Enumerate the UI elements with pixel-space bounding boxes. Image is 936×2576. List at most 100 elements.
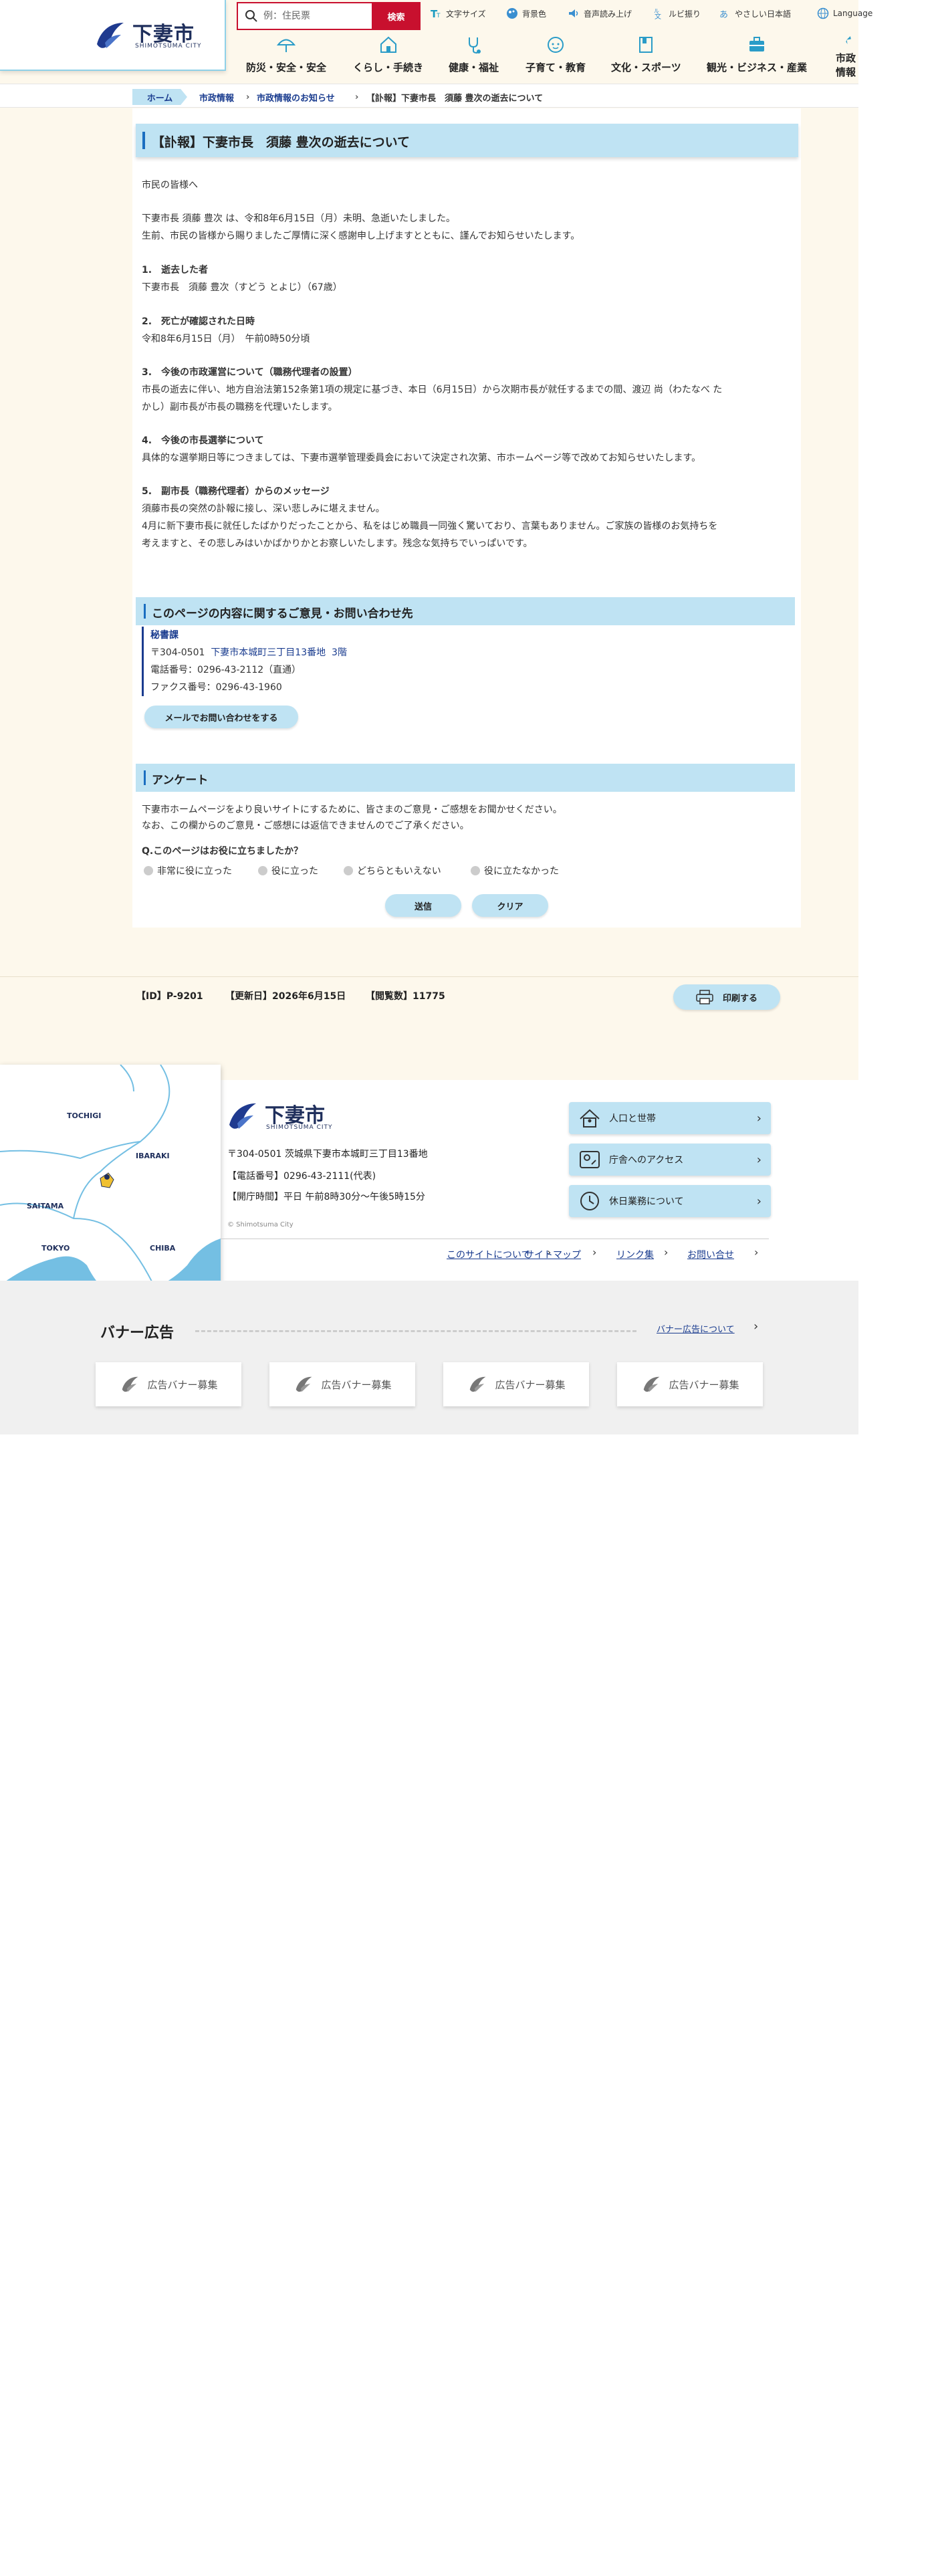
gnav-tourism[interactable]: 観光・ビジネス・産業 — [707, 35, 807, 79]
util-easy-japanese[interactable]: あ やさしい日本語 — [719, 7, 791, 20]
survey-option-label: どちらともいえない — [357, 866, 441, 877]
survey-option-label: 非常に役に立った — [157, 866, 232, 877]
breadcrumb-current: 【訃報】下妻市長 須藤 豊次の逝去について — [366, 93, 544, 104]
survey-option[interactable]: 役に立たなかった — [471, 863, 559, 878]
survey-heading: アンケート — [136, 764, 795, 792]
map-label: SAITAMA — [27, 1202, 64, 1210]
survey-clear-button[interactable]: クリア — [472, 894, 548, 917]
banner-card-label: 広告バナー募集 — [147, 1378, 218, 1391]
banner-about-link[interactable]: バナー広告について — [657, 1322, 735, 1335]
gnav-label: 子育て・教育 — [525, 62, 586, 74]
footer-hours: 【開庁時間】平日 午前8時30分～午後5時15分 — [227, 1192, 425, 1202]
gnav-label: 文化・スポーツ — [611, 62, 681, 74]
map-label: TOKYO — [41, 1244, 70, 1253]
util-background-color[interactable]: 背景色 — [506, 7, 546, 20]
section-heading: 3. 今後の市政運営について（職務代理者の設置） — [142, 367, 358, 378]
banner-card[interactable]: 広告バナー募集 — [269, 1362, 415, 1406]
search-input[interactable] — [263, 7, 367, 25]
footer-link-holiday[interactable]: 休日業務について › — [569, 1185, 771, 1217]
print-button[interactable]: 印刷する — [673, 984, 780, 1010]
chevron-right-icon: › — [756, 1194, 762, 1208]
banner-card[interactable]: 広告バナー募集 — [443, 1362, 589, 1406]
util-text-size[interactable]: TT 文字サイズ — [430, 7, 486, 20]
location-map: TOCHIGI IBARAKI SAITAMA TOKYO CHIBA — [0, 1065, 221, 1285]
gnav-living[interactable]: くらし・手続き — [353, 35, 423, 79]
contact-block: 秘書課 〒304-0501 下妻市本城町三丁目13番地 3階 電話番号：0296… — [142, 627, 347, 696]
city-emblem-icon — [229, 1103, 256, 1129]
gnav-childcare[interactable]: 子育て・教育 — [525, 35, 586, 79]
util-label: Language — [833, 9, 873, 18]
gnav-health[interactable]: 健康・福祉 — [449, 35, 499, 79]
radio-button[interactable] — [471, 866, 480, 875]
site-logo[interactable]: 下妻市 SHIMOTSUMA CITY — [0, 0, 226, 71]
footer-link-population[interactable]: 人口と世帯 › — [569, 1102, 771, 1134]
gnav-label: くらし・手続き — [353, 62, 424, 74]
footer-nav-sitemap[interactable]: サイトマップ — [525, 1248, 581, 1261]
survey-submit-button[interactable]: 送信 — [385, 894, 461, 917]
contact-heading-text: このページの内容に関するご意見・お問い合わせ先 — [152, 607, 413, 621]
radio-button[interactable] — [344, 866, 353, 875]
radio-button[interactable] — [258, 866, 267, 875]
gnav-culture[interactable]: 文化・スポーツ — [611, 35, 681, 79]
city-emblem-icon — [122, 1376, 138, 1392]
map-label: IBARAKI — [136, 1152, 170, 1160]
footer-phone: 【電話番号】0296-43-2111(代表) — [227, 1171, 376, 1182]
map-label: CHIBA — [150, 1244, 176, 1253]
chevron-right-icon: › — [754, 1246, 759, 1259]
gnav-disaster[interactable]: 防災・安全・安全 — [246, 35, 326, 79]
survey-option[interactable]: どちらともいえない — [344, 863, 441, 878]
book-icon — [639, 37, 653, 53]
briefcase-icon — [749, 37, 764, 51]
footer-link-access[interactable]: 庁舎へのアクセス › — [569, 1144, 771, 1176]
flag-icon — [843, 36, 851, 44]
contact-address-link[interactable]: 下妻市本城町三丁目13番地 — [211, 647, 326, 658]
section-body: 須藤市長の突然の訃報に接し、深い悲しみに堪えません。 — [142, 504, 385, 514]
heading-accent-bar — [144, 770, 146, 785]
contact-dept-link[interactable]: 秘書課 — [150, 630, 179, 641]
svg-text:T: T — [436, 13, 441, 19]
radio-button[interactable] — [144, 866, 153, 875]
util-read-aloud[interactable]: 音声読み上げ — [568, 7, 632, 20]
banner-card[interactable]: 広告バナー募集 — [617, 1362, 763, 1406]
survey-option[interactable]: 非常に役に立った — [144, 863, 232, 878]
stethoscope-icon — [468, 37, 481, 53]
greeting: 市民の皆様へ — [142, 180, 198, 191]
section-body: 具体的な選挙期日等につきましては、下妻市選挙管理委員会において決定され次第、市ホ… — [142, 453, 701, 463]
footer-nav-links[interactable]: リンク集 — [616, 1248, 654, 1261]
banner-card[interactable]: 広告バナー募集 — [96, 1362, 241, 1406]
survey-option-label: 役に立たなかった — [484, 866, 559, 877]
contact-floor-link[interactable]: 3階 — [332, 647, 347, 658]
section-body: 令和8年6月15日（月） 午前0時50分頃 — [142, 334, 310, 344]
banner-card-label: 広告バナー募集 — [669, 1378, 739, 1391]
chevron-right-icon: › — [756, 1111, 762, 1125]
footer-nav-contact[interactable]: お問い合せ — [687, 1248, 734, 1261]
section-heading: 4. 今後の市長選挙について — [142, 435, 264, 446]
gnav-city-info[interactable]: 市政情報 — [836, 35, 858, 79]
section-body: 考えますと、その悲しみはいかばかりかとお察しいたします。残念な気持ちでいっぱいで… — [142, 538, 533, 549]
footer-link-label: 休日業務について — [609, 1196, 684, 1207]
survey-option[interactable]: 役に立った — [258, 863, 318, 878]
survey-heading-text: アンケート — [152, 774, 209, 787]
breadcrumb-home[interactable]: ホーム — [132, 89, 187, 105]
search-button[interactable]: 検索 — [372, 2, 421, 30]
mail-inquiry-button[interactable]: メールでお問い合わせをする — [144, 706, 298, 728]
footer-link-label: 庁舎へのアクセス — [609, 1155, 684, 1166]
section-heading: 1. 逝去した者 — [142, 265, 209, 276]
printer-icon — [696, 990, 713, 1004]
logo-sub: SHIMOTSUMA CITY — [135, 43, 202, 49]
survey-question: Q.このページはお役に立ちましたか？ — [142, 846, 303, 857]
intro-line: 生前、市民の皆様から賜りましたご厚情に深く感謝申し上げますとともに、謹んでお知ら… — [142, 231, 580, 241]
heading-accent-bar — [144, 604, 146, 619]
banner-divider — [195, 1330, 636, 1332]
gnav-label: 健康・福祉 — [449, 62, 499, 74]
breadcrumb-item[interactable]: 市政情報のお知らせ — [257, 89, 335, 105]
search-box: 検索 — [237, 2, 421, 30]
banner-card-label: 広告バナー募集 — [321, 1378, 392, 1391]
util-language[interactable]: Language — [817, 7, 872, 20]
text-size-icon: TT — [431, 8, 441, 19]
footer-nav-about[interactable]: このサイトについて — [447, 1248, 531, 1261]
util-ruby[interactable]: ル文 ルビ振り — [653, 7, 701, 20]
breadcrumb-item[interactable]: 市政情報 — [199, 89, 234, 105]
survey-desc: 下妻市ホームページをより良いサイトにするために、皆さまのご意見・ご感想をお聞かせ… — [142, 804, 562, 815]
page-views: 【閲覧数】11775 — [366, 991, 445, 1002]
